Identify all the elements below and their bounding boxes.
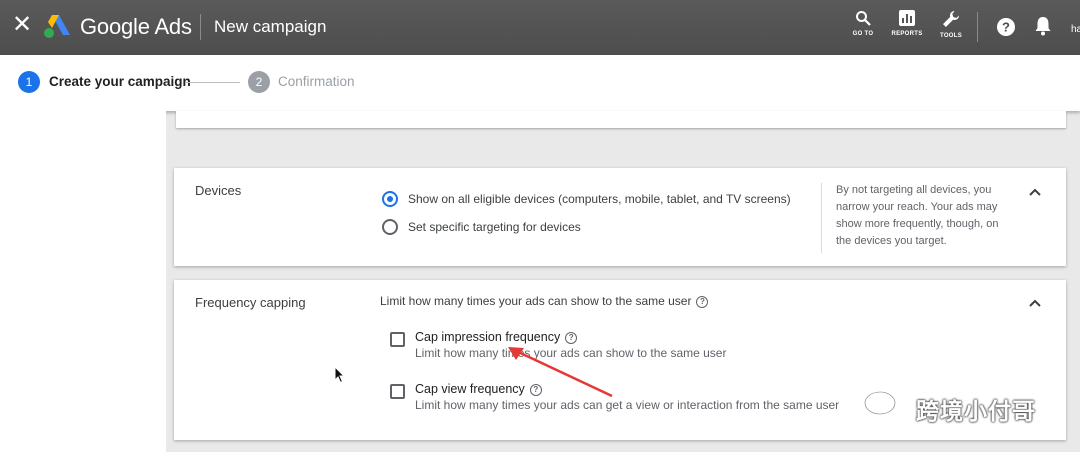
step-2-label[interactable]: Confirmation	[278, 74, 355, 89]
frequency-description: Limit how many times your ads can show t…	[380, 294, 709, 308]
reports-icon	[899, 10, 915, 26]
annotation-arrow-icon	[508, 347, 613, 398]
divider	[821, 183, 822, 253]
devices-title: Devices	[195, 183, 242, 198]
cap-impression-checkbox[interactable]	[390, 332, 405, 347]
mouse-cursor-icon	[334, 366, 346, 384]
chevron-up-icon[interactable]	[1028, 298, 1042, 308]
wechat-icon	[863, 390, 908, 420]
user-avatar[interactable]: ha	[1071, 24, 1080, 35]
wrench-icon	[943, 10, 960, 27]
reports-button[interactable]: REPORTS	[885, 10, 929, 46]
goto-button[interactable]: GO TO	[841, 10, 885, 46]
page-title: New campaign	[214, 17, 327, 36]
devices-info-text: By not targeting all devices, you narrow…	[836, 184, 999, 247]
frequency-title: Frequency capping	[195, 295, 306, 310]
step-connector	[185, 82, 240, 83]
cap-view-checkbox[interactable]	[390, 384, 405, 399]
step-1-label[interactable]: Create your campaign	[49, 74, 191, 89]
chevron-up-icon[interactable]	[1028, 187, 1042, 197]
left-panel	[0, 111, 166, 452]
devices-section: Devices Show on all eligible devices (co…	[174, 168, 1066, 266]
svg-text:?: ?	[1002, 20, 1010, 35]
search-icon	[856, 11, 871, 26]
bell-icon[interactable]	[1034, 16, 1052, 36]
close-icon[interactable]: ✕	[12, 13, 32, 37]
tools-button[interactable]: TOOLS	[929, 10, 973, 46]
divider	[200, 14, 201, 40]
divider	[977, 12, 978, 42]
radio-specific-devices[interactable]	[382, 219, 398, 235]
tools-label: TOOLS	[939, 33, 963, 39]
help-icon[interactable]: ?	[696, 295, 709, 308]
campaign-stepper: 1 Create your campaign 2 Confirmation	[0, 55, 1080, 111]
help-icon[interactable]: ?	[996, 17, 1016, 37]
radio-specific-devices-label[interactable]: Set specific targeting for devices	[408, 220, 581, 234]
cap-view-desc: Limit how many times your ads can get a …	[415, 398, 840, 412]
reports-label: REPORTS	[891, 31, 923, 37]
watermark-text: 跨境小付哥	[916, 398, 1036, 424]
radio-all-devices-label[interactable]: Show on all eligible devices (computers,…	[408, 192, 791, 206]
google-ads-logo	[44, 15, 70, 38]
brand-name: Google Ads	[80, 14, 192, 39]
radio-all-devices[interactable]	[382, 191, 398, 207]
top-app-bar: ✕ Google Ads New campaign GO TO REPORTS …	[0, 0, 1080, 55]
previous-section-card	[176, 111, 1066, 128]
goto-label: GO TO	[852, 31, 874, 37]
step-2-indicator: 2	[248, 71, 270, 93]
step-1-indicator: 1	[18, 71, 40, 93]
